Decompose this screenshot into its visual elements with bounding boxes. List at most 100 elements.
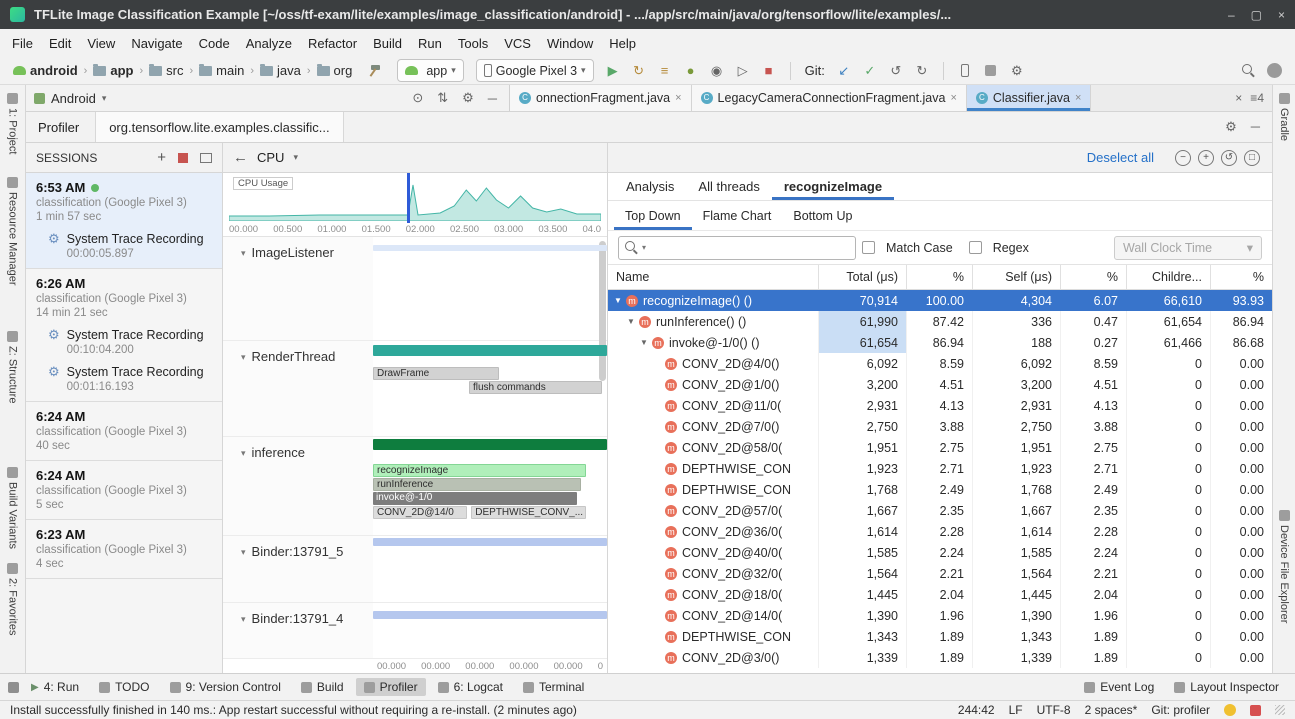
toolwindow-button-build[interactable]: Build xyxy=(293,678,352,696)
breadcrumb-item[interactable]: java xyxy=(257,63,304,78)
avatar[interactable] xyxy=(1263,60,1285,82)
table-row[interactable]: mDEPTHWISE_CON1,3431.891,3431.8900.00 xyxy=(608,626,1272,647)
trace-chip[interactable]: DEPTHWISE_CONV_... xyxy=(471,506,586,519)
toolwindow-button-9-version-control[interactable]: 9: Version Control xyxy=(162,678,289,696)
tab-analysis[interactable]: Analysis xyxy=(614,173,686,200)
toolwindow-stripe-button-gradle[interactable]: Gradle xyxy=(1273,93,1295,141)
toolwindow-button-event-log[interactable]: Event Log xyxy=(1076,678,1162,696)
menu-item-navigate[interactable]: Navigate xyxy=(123,33,190,54)
toolwindow-button-4-run[interactable]: ▶4: Run xyxy=(23,678,87,696)
thread-track[interactable] xyxy=(373,536,607,602)
table-row[interactable]: ▼mrecognizeImage() ()70,914100.004,3046.… xyxy=(608,290,1272,311)
session-item[interactable]: 6:24 AMclassification (Google Pixel 3)5 … xyxy=(26,461,222,520)
table-row[interactable]: ▼mrunInference() ()61,99087.423360.4761,… xyxy=(608,311,1272,332)
trace-chip[interactable]: CONV_2D@14/0 xyxy=(373,506,467,519)
status-field[interactable]: 2 spaces* xyxy=(1085,703,1138,717)
expand-icon[interactable]: ▼ xyxy=(640,338,652,347)
menu-item-build[interactable]: Build xyxy=(365,33,410,54)
apply-code-changes-icon[interactable]: ≡ xyxy=(654,60,676,82)
tab-recognizeimage[interactable]: recognizeImage xyxy=(772,173,894,200)
zoom-in-icon[interactable]: + xyxy=(1198,150,1214,166)
menu-item-view[interactable]: View xyxy=(79,33,123,54)
trace-bar[interactable] xyxy=(373,245,607,251)
thread-track[interactable]: recognizeImagerunInferenceinvoke@-1/0CON… xyxy=(373,437,607,535)
breadcrumb-item[interactable]: android xyxy=(10,63,81,78)
status-field[interactable]: 244:42 xyxy=(958,703,995,717)
thread-label[interactable]: ▾Binder:13791_4 xyxy=(223,603,373,658)
add-session-icon[interactable]: + xyxy=(157,149,166,166)
collapse-triangle-icon[interactable]: ▾ xyxy=(241,245,246,261)
thread-label[interactable]: ▾Binder:13791_5 xyxy=(223,536,373,602)
match-case-checkbox[interactable] xyxy=(862,241,875,254)
menu-item-window[interactable]: Window xyxy=(539,33,601,54)
editor-tab[interactable]: CLegacyCameraConnectionFragment.java× xyxy=(692,85,967,111)
menu-item-code[interactable]: Code xyxy=(191,33,238,54)
toolwindow-stripe-button-2-favorites[interactable]: 2: Favorites xyxy=(0,563,25,635)
collapse-triangle-icon[interactable]: ▾ xyxy=(241,611,246,627)
zoom-to-selection-icon[interactable]: □ xyxy=(1244,150,1260,166)
menu-item-vcs[interactable]: VCS xyxy=(496,33,539,54)
editor-tab[interactable]: ConnectionFragment.java× xyxy=(510,85,692,111)
recording-item[interactable]: ⚙System Trace Recording00:00:05.897 xyxy=(36,232,212,260)
trace-chip[interactable]: recognizeImage xyxy=(373,464,586,477)
trace-bar[interactable] xyxy=(373,611,607,619)
thread-label[interactable]: ▾ImageListener xyxy=(223,237,373,340)
table-row[interactable]: mCONV_2D@36/0(1,6142.281,6142.2800.00 xyxy=(608,521,1272,542)
debug-icon[interactable]: ● xyxy=(680,60,702,82)
layout-inspector-icon[interactable] xyxy=(980,60,1002,82)
toolwindow-stripe-button-z-structure[interactable]: Z: Structure xyxy=(0,331,25,403)
thread-track[interactable] xyxy=(373,237,607,340)
session-item[interactable]: 6:53 AMclassification (Google Pixel 3)1 … xyxy=(26,173,222,269)
settings-icon[interactable]: ⚙ xyxy=(458,90,478,106)
menu-item-edit[interactable]: Edit xyxy=(41,33,79,54)
close-tab-icon[interactable]: × xyxy=(950,92,956,104)
device-select[interactable]: Google Pixel 3 ▾ xyxy=(476,59,594,82)
column-header[interactable]: Name xyxy=(608,265,818,289)
stop-icon[interactable]: ■ xyxy=(758,60,780,82)
collapse-triangle-icon[interactable]: ▾ xyxy=(241,349,246,365)
reset-zoom-icon[interactable]: ↺ xyxy=(1221,150,1237,166)
session-item[interactable]: 6:26 AMclassification (Google Pixel 3)14… xyxy=(26,269,222,402)
trace-chip[interactable]: DrawFrame xyxy=(373,367,499,380)
hide-panel-icon[interactable]: ─ xyxy=(484,91,501,106)
session-pane-icon[interactable] xyxy=(200,153,212,163)
run-configuration-select[interactable]: app ▾ xyxy=(397,59,463,82)
apply-changes-icon[interactable]: ↻ xyxy=(628,60,650,82)
update-project-icon[interactable]: ↙ xyxy=(833,60,855,82)
table-row[interactable]: mCONV_2D@58/0(1,9512.751,9512.7500.00 xyxy=(608,437,1272,458)
expand-icon[interactable]: ▼ xyxy=(627,317,639,326)
table-row[interactable]: mCONV_2D@7/0()2,7503.882,7503.8800.00 xyxy=(608,416,1272,437)
table-row[interactable]: mDEPTHWISE_CON1,7682.491,7682.4900.00 xyxy=(608,479,1272,500)
minimize-window-icon[interactable]: – xyxy=(1228,8,1235,22)
subtab-bottom-up[interactable]: Bottom Up xyxy=(782,201,863,230)
rollback-icon[interactable]: ↺ xyxy=(885,60,907,82)
menu-item-run[interactable]: Run xyxy=(410,33,450,54)
table-row[interactable]: mCONV_2D@32/0(1,5642.211,5642.2100.00 xyxy=(608,563,1272,584)
toolwindow-button-profiler[interactable]: Profiler xyxy=(356,678,426,696)
notification-icon[interactable] xyxy=(1224,704,1236,716)
selection-line[interactable] xyxy=(407,173,410,223)
menu-item-tools[interactable]: Tools xyxy=(450,33,496,54)
column-header[interactable]: Total (μs) xyxy=(818,265,906,289)
session-item[interactable]: 6:24 AMclassification (Google Pixel 3)40… xyxy=(26,402,222,461)
recording-item[interactable]: ⚙System Trace Recording00:01:16.193 xyxy=(36,365,212,393)
column-header[interactable]: % xyxy=(1210,265,1272,289)
hide-profiler-icon[interactable]: ─ xyxy=(1251,119,1260,135)
toolwindow-button-todo[interactable]: TODO xyxy=(91,678,157,696)
deselect-all-link[interactable]: Deselect all xyxy=(1087,150,1154,165)
breadcrumb-item[interactable]: src xyxy=(146,63,186,78)
menu-item-analyze[interactable]: Analyze xyxy=(238,33,300,54)
column-header[interactable]: Self (μs) xyxy=(972,265,1060,289)
table-row[interactable]: mCONV_2D@1/0()3,2004.513,2004.5100.00 xyxy=(608,374,1272,395)
table-row[interactable]: mCONV_2D@18/0(1,4452.041,4452.0400.00 xyxy=(608,584,1272,605)
breadcrumb-item[interactable]: app xyxy=(90,63,136,78)
toolwindow-switcher-icon[interactable] xyxy=(8,682,19,693)
column-header[interactable]: % xyxy=(906,265,972,289)
build-hammer-icon[interactable] xyxy=(367,64,381,78)
toolwindow-button-terminal[interactable]: Terminal xyxy=(515,678,592,696)
trace-chip[interactable]: runInference xyxy=(373,478,581,491)
back-icon[interactable]: ← xyxy=(233,149,248,166)
table-row[interactable]: mCONV_2D@11/0(2,9314.132,9314.1300.00 xyxy=(608,395,1272,416)
subtab-flame-chart[interactable]: Flame Chart xyxy=(692,201,783,230)
table-row[interactable]: mCONV_2D@40/0(1,5852.241,5852.2400.00 xyxy=(608,542,1272,563)
